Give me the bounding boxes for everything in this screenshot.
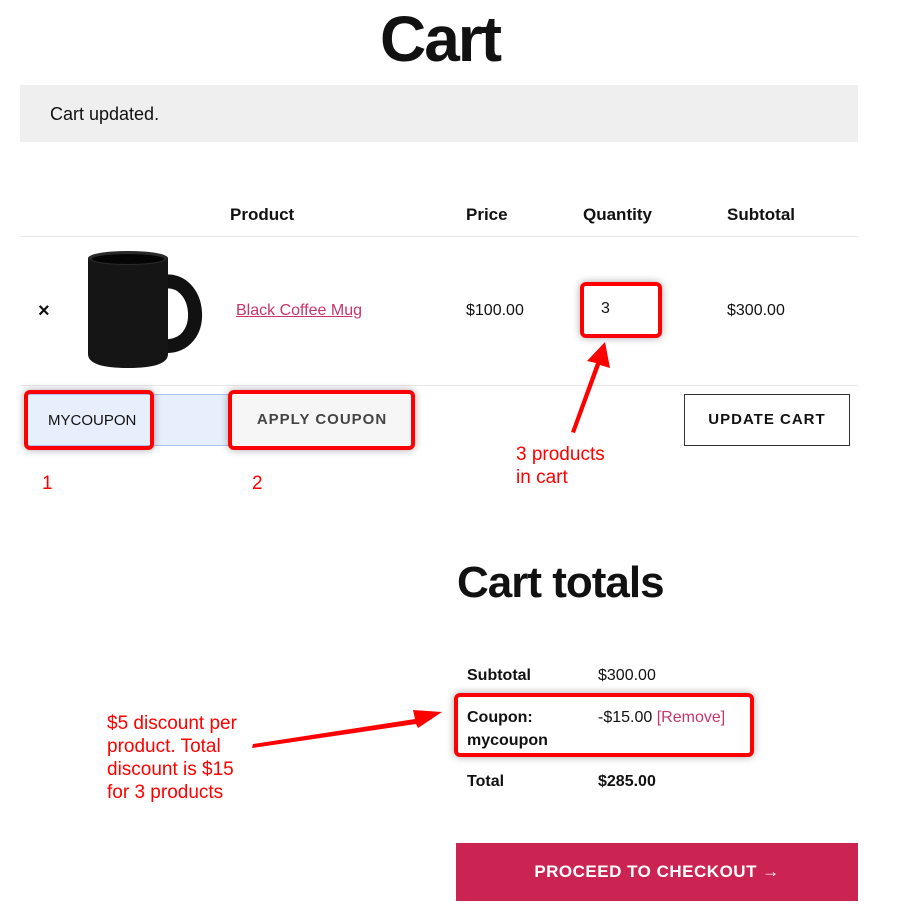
- product-subtotal: $300.00: [727, 302, 785, 319]
- step-2-label: 2: [252, 473, 263, 494]
- product-price: $100.00: [466, 302, 524, 319]
- arrow-to-coupon: [252, 710, 442, 748]
- annotation-box: [24, 390, 154, 450]
- header-quantity: Quantity: [583, 205, 652, 224]
- arrow-to-quantity: [571, 342, 610, 433]
- notice-text: Cart updated.: [50, 104, 160, 124]
- annotation-box: [454, 693, 754, 757]
- proceed-to-checkout-button[interactable]: PROCEED TO CHECKOUT →: [456, 843, 858, 901]
- discount-note: $5 discount per product. Total discount is…: [107, 713, 237, 803]
- product-thumbnail[interactable]: [84, 250, 210, 370]
- product-link[interactable]: Black Coffee Mug: [236, 302, 362, 320]
- cart-updated-notice: Cart updated.: [20, 85, 858, 142]
- header-subtotal: Subtotal: [727, 205, 795, 224]
- total-label: Total: [467, 773, 505, 790]
- annotation-box: [580, 282, 662, 338]
- cart-totals-title: Cart totals: [457, 558, 665, 607]
- subtotal-value: $300.00: [598, 667, 656, 684]
- remove-item-button[interactable]: ×: [38, 300, 50, 323]
- divider: [20, 236, 858, 237]
- quantity-note: 3 products in cart: [516, 444, 605, 488]
- step-1-label: 1: [42, 473, 53, 494]
- divider: [20, 385, 858, 386]
- header-product: Product: [230, 205, 295, 224]
- page-title: Cart: [379, 3, 502, 75]
- update-cart-button[interactable]: UPDATE CART: [684, 394, 850, 446]
- annotation-box: [228, 390, 415, 450]
- subtotal-label: Subtotal: [467, 667, 531, 684]
- total-value: $285.00: [598, 773, 656, 790]
- header-price: Price: [466, 205, 508, 224]
